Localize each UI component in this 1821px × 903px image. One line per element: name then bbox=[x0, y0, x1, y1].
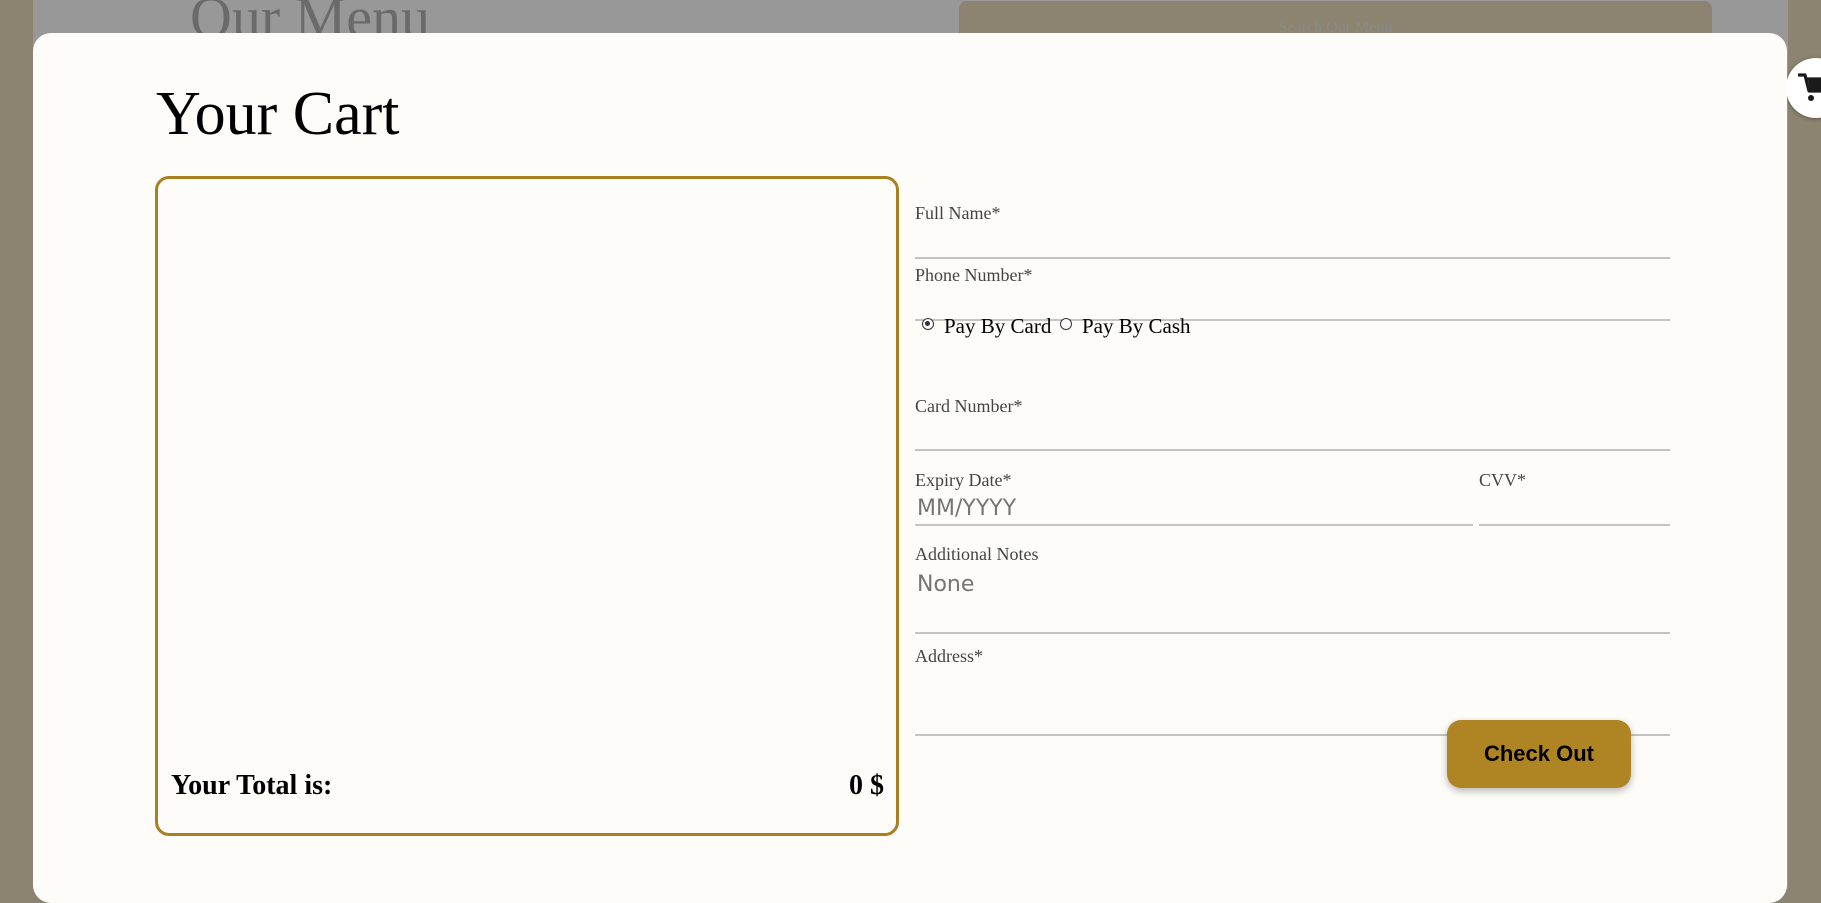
additional-notes-label: Additional Notes bbox=[915, 544, 1039, 564]
pay-by-cash-label: Pay By Cash bbox=[1082, 314, 1191, 338]
phone-number-label: Phone Number* bbox=[915, 265, 1033, 285]
check-out-button[interactable]: Check Out bbox=[1447, 720, 1631, 788]
total-label: Your Total is: bbox=[171, 770, 333, 801]
cart-title: Your Cart bbox=[156, 80, 400, 148]
card-number-input[interactable] bbox=[915, 418, 1670, 451]
expiry-date-input[interactable] bbox=[915, 493, 1473, 526]
cvv-label: CVV* bbox=[1479, 470, 1527, 490]
total-value: 0 $ bbox=[849, 770, 884, 801]
expiry-date-label: Expiry Date* bbox=[915, 470, 1012, 490]
cvv-input[interactable] bbox=[1479, 493, 1670, 526]
cart-icon bbox=[1798, 73, 1821, 101]
pay-by-card-radio[interactable] bbox=[922, 318, 934, 330]
cart-button[interactable] bbox=[1786, 58, 1821, 118]
address-label: Address* bbox=[915, 646, 983, 666]
full-name-input[interactable] bbox=[915, 226, 1670, 259]
card-number-label: Card Number* bbox=[915, 396, 1023, 416]
pay-by-card-label: Pay By Card bbox=[944, 314, 1052, 338]
additional-notes-input[interactable] bbox=[915, 566, 1670, 634]
cart-items-panel: Your Total is: 0 $ bbox=[155, 176, 899, 836]
pay-by-cash-radio[interactable] bbox=[1060, 318, 1072, 330]
full-name-label: Full Name* bbox=[915, 203, 1001, 223]
